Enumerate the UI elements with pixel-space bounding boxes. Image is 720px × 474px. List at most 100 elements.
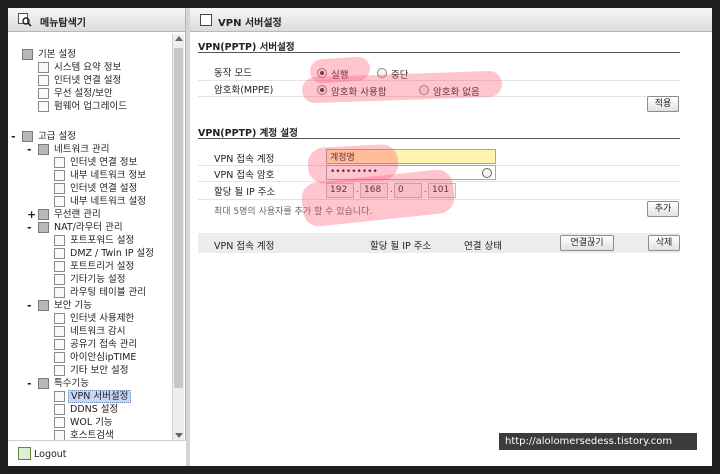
tree-item-label: 인터넷 사용제한 <box>70 313 135 324</box>
collapse-icon[interactable]: - <box>27 299 32 312</box>
menu-scrollbar[interactable] <box>172 34 184 440</box>
tree-item-label: 호스트검색 <box>70 430 114 440</box>
tree-item-label: DDNS 설정 <box>70 404 119 415</box>
tree-item-label: 무선랜 관리 <box>54 209 101 220</box>
tree-item-label: 고급 설정 <box>38 131 76 142</box>
collapse-icon[interactable]: - <box>11 130 16 143</box>
row-divider <box>198 199 680 200</box>
tree-item-label: 공유기 접속 관리 <box>70 339 138 350</box>
show-password-icon[interactable] <box>482 168 492 178</box>
tree-item-label: DMZ / Twin IP 설정 <box>70 248 154 259</box>
account-input[interactable] <box>326 149 496 164</box>
max-users-hint: 최대 5명의 사용자를 추가 할 수 있습니다. <box>214 207 373 217</box>
tree-item-label: 기타기능 설정 <box>70 274 126 285</box>
expand-icon[interactable]: + <box>27 208 36 221</box>
password-label: VPN 접속 암호 <box>214 170 275 181</box>
folder-icon <box>38 378 49 389</box>
encryption-on-radio[interactable] <box>317 85 327 95</box>
menu-tree: 기본 설정 시스템 요약 정보 인터넷 연결 설정 무선 설정/보안 펌웨어 업그레이드… <box>8 34 172 440</box>
delete-button[interactable]: 삭제 <box>648 235 680 251</box>
tree-item-label: 기타 보안 설정 <box>70 365 129 376</box>
folder-icon <box>38 222 49 233</box>
vpn-settings-header: VPN 서버설정 <box>190 8 712 32</box>
tree-item-label: 포트포워드 설정 <box>70 235 135 246</box>
col-ip: 할당 될 IP 주소 <box>370 241 432 252</box>
page-icon <box>38 62 49 73</box>
col-account: VPN 접속 계정 <box>214 241 275 252</box>
menu-explorer-title: 메뉴탐색기 <box>40 18 86 29</box>
tree-item-label: 내부 네트워크 설정 <box>70 196 146 207</box>
folder-icon <box>22 49 33 60</box>
mode-label: 동작 모드 <box>214 68 252 79</box>
logout-link[interactable]: Logout <box>8 440 186 466</box>
page-icon <box>54 339 65 350</box>
page-icon <box>54 183 65 194</box>
collapse-icon[interactable]: - <box>27 377 32 390</box>
folder-icon <box>38 300 49 311</box>
mode-stop-label[interactable]: 중단 <box>391 67 408 81</box>
tree-item-label: 무선 설정/보안 <box>54 88 113 99</box>
row-divider <box>198 96 680 97</box>
ip-dot: . <box>424 185 427 195</box>
blog-watermark: http://alolomersedess.tistory.com <box>499 433 697 450</box>
tree-item-label: WOL 기능 <box>70 417 113 428</box>
tree-item-label: 펌웨어 업그레이드 <box>54 101 127 112</box>
page-icon <box>54 261 65 272</box>
mode-run-label[interactable]: 실행 <box>331 67 348 81</box>
tree-item-label: 네트워크 감시 <box>70 326 126 337</box>
col-status: 연결 상태 <box>464 241 502 252</box>
mode-run-radio[interactable] <box>317 68 327 78</box>
page-icon <box>54 248 65 259</box>
ip-octet-3[interactable]: 0 <box>394 183 422 198</box>
page-icon <box>54 287 65 298</box>
page-icon <box>54 417 65 428</box>
tree-item-label: 아이안심ipTIME <box>70 352 137 363</box>
page-icon <box>38 75 49 86</box>
page-icon <box>54 170 65 181</box>
page-icon <box>54 274 65 285</box>
page-icon <box>54 404 65 415</box>
scroll-down-arrow-icon[interactable] <box>175 433 183 438</box>
page-icon <box>54 235 65 246</box>
tree-item-label: NAT/라우터 관리 <box>54 222 123 233</box>
window-icon <box>200 14 212 26</box>
page-icon <box>38 88 49 99</box>
tree-item-label: 인터넷 연결 정보 <box>70 157 138 168</box>
menu-explorer-panel: 메뉴탐색기 기본 설정 시스템 요약 정보 인터넷 연결 설정 무선 설정/보안 펌웨어… <box>8 8 186 466</box>
menu-explorer-header: 메뉴탐색기 <box>8 8 185 32</box>
page-icon <box>54 391 65 402</box>
tree-item-label: 보안 기능 <box>54 300 92 311</box>
mode-stop-radio[interactable] <box>377 68 387 78</box>
apply-button[interactable]: 적용 <box>647 96 679 112</box>
server-section-title: VPN(PPTP) 서버설정 <box>198 42 295 53</box>
page-icon <box>54 157 65 168</box>
tree-item-label: 네트워크 관리 <box>54 144 110 155</box>
folder-icon <box>22 131 33 142</box>
encryption-off-radio[interactable] <box>419 85 429 95</box>
logout-label: Logout <box>34 449 67 460</box>
password-input[interactable]: ••••••••• <box>326 165 496 180</box>
collapse-icon[interactable]: - <box>27 221 32 234</box>
ip-octet-1[interactable]: 192 <box>326 183 354 198</box>
account-section-divider <box>198 138 680 139</box>
collapse-icon[interactable]: - <box>27 143 32 156</box>
ip-octet-4[interactable]: 101 <box>428 183 456 198</box>
scroll-up-arrow-icon[interactable] <box>175 36 183 41</box>
tree-item-label: 인터넷 연결 설정 <box>54 75 122 86</box>
disconnect-button[interactable]: 연결끊기 <box>560 235 614 251</box>
add-button[interactable]: 추가 <box>647 201 679 217</box>
row-divider <box>198 181 680 182</box>
row-divider <box>198 80 680 81</box>
tree-item-label: 인터넷 연결 설정 <box>70 183 138 194</box>
page-title: VPN 서버설정 <box>218 18 282 29</box>
encryption-label: 암호화(MPPE) <box>214 85 274 96</box>
folder-icon <box>38 209 49 220</box>
scroll-thumb[interactable] <box>174 48 183 388</box>
logout-icon <box>18 447 31 460</box>
page-icon <box>54 313 65 324</box>
tree-item-label: 기본 설정 <box>38 49 76 60</box>
ip-octet-2[interactable]: 168 <box>360 183 388 198</box>
page-icon <box>54 430 65 440</box>
page-icon <box>54 365 65 376</box>
tree-item-label: 포트트리거 설정 <box>70 261 135 272</box>
